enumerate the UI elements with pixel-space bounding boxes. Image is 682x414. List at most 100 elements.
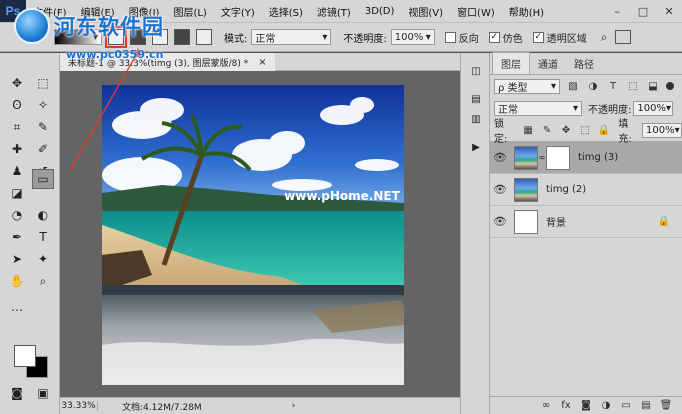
layer-name: 背景 [546,218,566,229]
layer-thumbnail [514,209,538,234]
crop-tool-icon[interactable]: ⌗ [6,117,28,137]
visibility-eye-icon[interactable]: 👁 [490,215,510,228]
zoom-level[interactable]: 33.33% [60,401,98,411]
filter-adjustment-icon[interactable]: ◑ [586,80,600,93]
menu-3d[interactable]: 3D(D) [358,6,402,17]
close-button[interactable]: ✕ [656,0,682,22]
lock-transparency-icon[interactable]: ▦ [522,124,535,137]
tab-layers[interactable]: 图层 [492,52,530,74]
menu-help[interactable]: 帮助(H) [502,4,551,19]
dither-checkbox[interactable]: ✓ 仿色 [488,30,523,45]
lock-position-icon[interactable]: ✥ [560,124,573,137]
menu-filter[interactable]: 滤镜(T) [310,4,358,19]
properties-panel-icon[interactable]: ▥ [466,111,486,127]
filter-smart-icon[interactable]: ⬓ [646,80,660,93]
menu-edit[interactable]: 编辑(E) [74,4,122,19]
marquee-tool-icon[interactable]: ⬚ [32,73,54,93]
tab-channels[interactable]: 通道 [530,53,566,74]
opacity-label: 不透明度: [343,33,387,45]
eyedropper-tool-icon[interactable]: ✎ [32,117,54,137]
mask-icon[interactable]: ◙ [576,400,596,411]
clone-stamp-tool-icon[interactable]: ♟ [6,161,28,181]
menu-image[interactable]: 图像(I) [122,4,167,19]
layer-filter-select[interactable]: ρ 类型 ▾ [494,78,560,94]
brush-tool-icon[interactable]: ✐ [32,139,54,159]
menu-file[interactable]: 文件(F) [26,4,74,19]
blend-mode-select[interactable]: 正常 ▾ [494,100,582,116]
pen-tool-icon[interactable]: ✒ [6,227,28,247]
beach-photo-canvas[interactable]: www.pHome.NET [102,85,404,385]
menu-select[interactable]: 选择(S) [262,4,310,19]
filter-type-icon[interactable]: T [606,80,620,93]
canvas-area[interactable]: www.pHome.NET [60,71,460,397]
layer-row[interactable]: 👁 ∞ timg (3) [490,142,682,174]
magic-wand-tool-icon[interactable]: ✧ [32,95,54,115]
healing-brush-tool-icon[interactable]: ✚ [6,139,28,159]
lock-all-icon[interactable]: 🔒 [597,124,610,137]
opacity-input[interactable]: 100% ▾ [390,29,435,45]
layer-opacity-input[interactable]: 100% ▾ [633,100,674,116]
menu-window[interactable]: 窗口(W) [450,4,502,19]
layer-thumbnail [514,145,538,170]
workspace-icon[interactable] [615,30,632,44]
trash-icon[interactable]: 🗑 [656,400,676,411]
gradient-tool-icon[interactable]: ▭ [32,169,54,189]
layer-row[interactable]: 👁 timg (2) [490,174,682,206]
menu-view[interactable]: 视图(V) [401,4,450,19]
fx-icon[interactable]: fx [556,400,576,411]
blur-tool-icon[interactable]: ◔ [6,205,28,225]
filter-shape-icon[interactable]: ⬚ [626,80,640,93]
reverse-checkbox[interactable]: 反向 [444,30,479,45]
minimize-button[interactable]: – [604,0,630,22]
lock-pixels-icon[interactable]: ✎ [541,124,554,137]
layer-row[interactable]: 👁 背景 🔒 [490,206,682,238]
radial-gradient-icon[interactable] [130,29,146,45]
menu-type[interactable]: 文字(Y) [214,4,262,19]
custom-shape-tool-icon[interactable]: ✦ [32,249,54,269]
dodge-tool-icon[interactable]: ◐ [32,205,54,225]
layer-filter-row: ρ 类型 ▾ ▧ ◑ T ⬚ ⬓ [490,75,682,97]
lasso-tool-icon[interactable]: ʘ [6,95,28,115]
history-panel-icon[interactable]: ◫ [466,63,486,79]
visibility-eye-icon[interactable]: 👁 [490,183,510,196]
reflected-gradient-icon[interactable] [174,29,190,45]
filter-toggle-icon[interactable] [666,82,674,90]
visibility-eye-icon[interactable]: 👁 [490,151,510,164]
eraser-tool-icon[interactable]: ◪ [6,183,28,203]
quick-mask-icon[interactable]: ◙ [6,383,28,403]
status-arrow-icon[interactable]: › [292,401,296,411]
screen-mode-icon[interactable]: ▣ [32,383,54,403]
link-icon[interactable]: ∞ [536,400,556,411]
layer-mask-thumbnail[interactable] [546,145,570,170]
type-tool-icon[interactable]: T [32,227,54,247]
actions-panel-icon[interactable]: ▤ [466,91,486,107]
linear-gradient-icon[interactable] [105,26,127,48]
menu-layer[interactable]: 图层(L) [166,4,213,19]
adjustment-icon[interactable]: ◑ [596,400,616,411]
angle-gradient-icon[interactable] [152,29,168,45]
filter-pixel-icon[interactable]: ▧ [566,80,580,93]
mask-link-icon[interactable]: ∞ [538,153,546,162]
mode-label: 模式: [224,33,248,45]
diamond-gradient-icon[interactable] [196,29,212,45]
path-selection-tool-icon[interactable]: ➤ [6,249,28,269]
tab-close-icon[interactable]: × [258,57,266,68]
folder-icon[interactable]: ▭ [616,400,636,411]
fill-input[interactable]: 100% ▾ [642,122,682,138]
more-tools-icon[interactable]: … [6,297,28,317]
play-panel-icon[interactable]: ▶ [466,139,486,155]
hand-tool-icon[interactable]: ✋ [6,271,28,291]
gradient-picker[interactable]: ▾ [54,29,102,45]
new-layer-icon[interactable]: ▤ [636,400,656,411]
zoom-tool-icon[interactable]: ⌕ [32,271,54,291]
move-tool-icon[interactable]: ✥ [6,73,28,93]
lock-artboard-icon[interactable]: ⬚ [578,124,591,137]
mode-select[interactable]: 正常 ▾ [251,29,332,45]
tool-panel: ✥ ⬚ ʘ ✧ ⌗ ✎ ✚ ✐ ♟ ↺ ◪ ▭ ◔ ◐ ✒ T ➤ ✦ ✋ ⌕ … [0,53,60,414]
tab-paths[interactable]: 路径 [566,53,602,74]
maximize-button[interactable]: □ [630,0,656,22]
layer-thumbnail [514,177,538,202]
foreground-color-swatch[interactable] [14,345,36,367]
search-icon[interactable]: ⌕ [601,30,608,45]
transparency-checkbox[interactable]: ✓ 透明区域 [532,30,587,45]
